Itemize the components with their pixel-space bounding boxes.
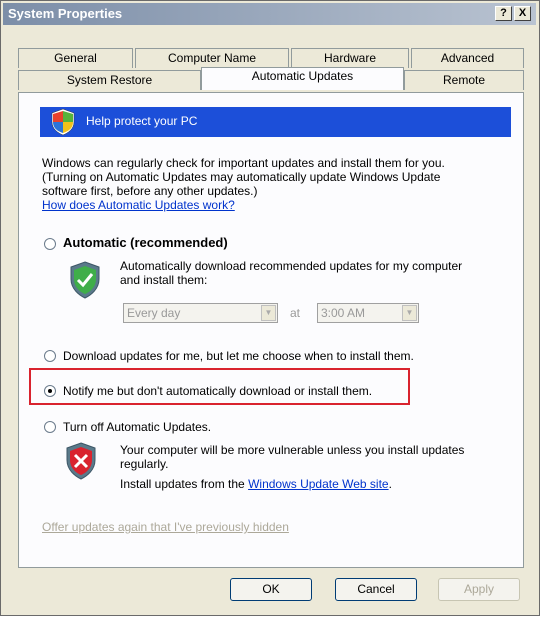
tab-automatic-updates[interactable]: Automatic Updates <box>201 67 404 90</box>
tab-general[interactable]: General <box>18 48 133 68</box>
window-title: System Properties <box>8 6 123 21</box>
title-bar[interactable]: System Properties ? X <box>3 3 536 25</box>
turn-off-desc-1: Your computer will be more vulnerable un… <box>120 443 465 457</box>
intro-line-1: Windows can regularly check for importan… <box>42 156 445 170</box>
apply-button[interactable]: Apply <box>438 578 520 601</box>
green-shield-icon <box>70 261 100 299</box>
time-select[interactable]: 3:00 AM ▼ <box>317 303 419 323</box>
notify-label[interactable]: Notify me but don't automatically downlo… <box>63 384 542 398</box>
chevron-down-icon: ▼ <box>261 305 276 321</box>
banner-text: Help protect your PC <box>86 114 198 128</box>
automatic-label[interactable]: Automatic (recommended) <box>63 236 542 250</box>
tab-remote[interactable]: Remote <box>404 70 524 90</box>
offer-hidden-updates-link[interactable]: Offer updates again that I've previously… <box>42 520 289 534</box>
red-shield-icon <box>66 442 96 480</box>
protect-banner: Help protect your PC <box>40 107 511 137</box>
turn-off-desc-3: Install updates from the Windows Update … <box>120 477 542 491</box>
install-suffix: . <box>388 477 392 491</box>
radio-notify[interactable] <box>44 385 56 397</box>
cancel-button[interactable]: Cancel <box>335 578 417 601</box>
intro-line-2: (Turning on Automatic Updates may automa… <box>42 170 441 184</box>
time-value: 3:00 AM <box>321 306 366 320</box>
download-label[interactable]: Download updates for me, but let me choo… <box>63 349 542 363</box>
help-button[interactable]: ? <box>495 6 512 21</box>
shield-icon <box>51 108 75 136</box>
at-label: at <box>290 306 301 320</box>
system-properties-window: System Properties ? X General Computer N… <box>0 0 540 616</box>
ok-button[interactable]: OK <box>230 578 312 601</box>
tab-advanced[interactable]: Advanced <box>411 48 524 68</box>
close-button[interactable]: X <box>514 6 531 21</box>
automatic-desc-2: and install them: <box>120 273 208 287</box>
frequency-value: Every day <box>127 306 181 320</box>
tab-hardware[interactable]: Hardware <box>291 48 409 68</box>
radio-turn-off[interactable] <box>44 421 56 433</box>
intro-line-3: software first, before any other updates… <box>42 184 258 198</box>
turn-off-desc-2: regularly. <box>120 457 169 471</box>
automatic-desc-1: Automatically download recommended updat… <box>120 259 463 273</box>
windows-update-link[interactable]: Windows Update Web site <box>248 477 389 491</box>
how-it-works-link[interactable]: How does Automatic Updates work? <box>42 198 235 212</box>
chevron-down-icon: ▼ <box>402 305 417 321</box>
turn-off-label[interactable]: Turn off Automatic Updates. <box>63 420 542 434</box>
automatic-updates-panel: Help protect your PC Windows can regular… <box>18 92 524 568</box>
tab-system-restore[interactable]: System Restore <box>18 70 201 90</box>
frequency-select[interactable]: Every day ▼ <box>123 303 278 323</box>
radio-download[interactable] <box>44 350 56 362</box>
tab-computer-name[interactable]: Computer Name <box>135 48 289 68</box>
install-prefix: Install updates from the <box>120 477 249 491</box>
radio-automatic[interactable] <box>44 238 56 250</box>
